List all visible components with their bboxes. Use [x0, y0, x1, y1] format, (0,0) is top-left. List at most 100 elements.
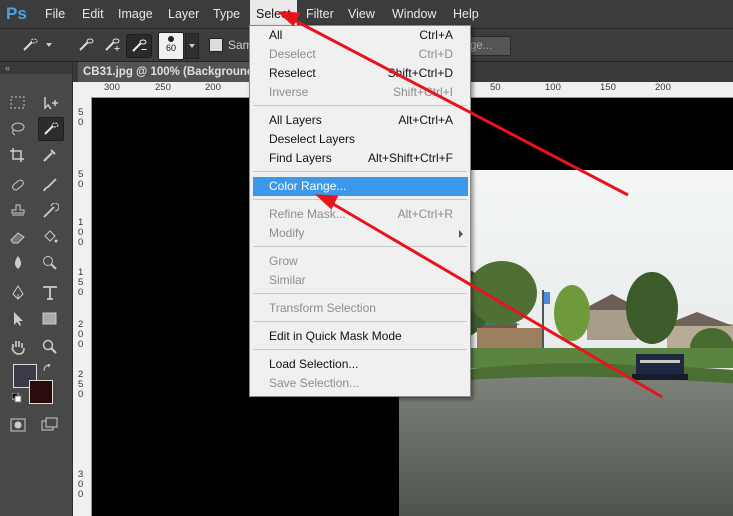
brush-picker-dropdown[interactable]: [185, 33, 199, 59]
menu-separator: [253, 199, 467, 200]
menu-image[interactable]: Image: [112, 0, 159, 28]
ruler-label: 150: [600, 82, 616, 93]
menu-item-deselect-layers[interactable]: Deselect Layers: [250, 130, 470, 149]
menu-item-similar[interactable]: Similar: [250, 271, 470, 290]
ruler-label: 0: [78, 339, 84, 350]
menu-item-label: Similar: [269, 273, 306, 287]
eraser-tool-icon[interactable]: [6, 226, 30, 248]
menu-filter[interactable]: Filter: [300, 0, 340, 28]
quick-selection-tool-icon[interactable]: [38, 117, 64, 141]
screen-mode-icon[interactable]: [38, 414, 62, 436]
menu-item-all-layers[interactable]: All Layers Alt+Ctrl+A: [250, 111, 470, 130]
menu-item-shortcut: Shift+Ctrl+D: [387, 66, 453, 80]
menu-item-inverse[interactable]: Inverse Shift+Ctrl+I: [250, 83, 470, 102]
brush-size-value: 60: [165, 43, 176, 53]
photoshop-logo: Ps: [6, 4, 27, 23]
menu-item-refine-mask[interactable]: Refine Mask... Alt+Ctrl+R: [250, 205, 470, 224]
swap-colors-icon[interactable]: [43, 363, 53, 373]
paint-bucket-tool-icon[interactable]: [38, 226, 62, 248]
menu-item-all[interactable]: All Ctrl+A: [250, 26, 470, 45]
menu-item-label: All Layers: [269, 113, 322, 127]
sample-all-layers-checkbox[interactable]: [209, 38, 223, 52]
menu-item-deselect[interactable]: Deselect Ctrl+D: [250, 45, 470, 64]
chevron-down-icon[interactable]: [46, 43, 52, 47]
menu-item-find-layers[interactable]: Find Layers Alt+Shift+Ctrl+F: [250, 149, 470, 168]
add-to-selection-icon[interactable]: [100, 34, 124, 56]
menu-item-transform-selection[interactable]: Transform Selection: [250, 299, 470, 318]
default-colors-icon[interactable]: [11, 392, 22, 403]
menu-item-modify[interactable]: Modify: [250, 224, 470, 243]
document-tab[interactable]: CB31.jpg @ 100% (Background c: [78, 62, 263, 82]
tools-panel-collapse[interactable]: «: [0, 62, 72, 74]
move-tool-icon[interactable]: [38, 92, 62, 114]
history-brush-tool-icon[interactable]: [38, 200, 62, 222]
new-selection-icon[interactable]: [74, 34, 98, 56]
brush-tool-icon[interactable]: [38, 174, 62, 196]
lasso-tool-icon[interactable]: [6, 118, 30, 140]
menu-item-label: Deselect: [269, 47, 316, 61]
ruler-label: 0: [78, 287, 84, 298]
menu-item-save-selection[interactable]: Save Selection...: [250, 374, 470, 393]
menu-item-quick-mask[interactable]: Edit in Quick Mask Mode: [250, 327, 470, 346]
submenu-arrow-icon: [459, 230, 463, 238]
menu-edit[interactable]: Edit: [76, 0, 110, 28]
menu-item-shortcut: Alt+Ctrl+R: [397, 207, 453, 221]
menu-item-label: Color Range...: [269, 179, 347, 193]
ruler-corner: [73, 82, 92, 97]
subtract-from-selection-icon[interactable]: [126, 34, 152, 58]
healing-brush-tool-icon[interactable]: [6, 174, 30, 196]
menu-item-label: Load Selection...: [269, 357, 359, 371]
menu-window[interactable]: Window: [386, 0, 442, 28]
menu-separator: [253, 246, 467, 247]
dodge-tool-icon[interactable]: [38, 252, 62, 274]
menu-separator: [253, 293, 467, 294]
menu-layer[interactable]: Layer: [162, 0, 205, 28]
menu-item-grow[interactable]: Grow: [250, 252, 470, 271]
menu-item-label: All: [269, 28, 283, 42]
menu-item-shortcut: Ctrl+D: [418, 47, 453, 61]
rectangle-tool-icon[interactable]: [38, 308, 62, 330]
menu-separator: [253, 171, 467, 172]
type-tool-icon[interactable]: [38, 282, 62, 304]
menu-item-label: Reselect: [269, 66, 316, 80]
menu-item-label: Edit in Quick Mask Mode: [269, 329, 402, 343]
menu-help[interactable]: Help: [447, 0, 485, 28]
ruler-label: 0: [78, 179, 84, 190]
quick-selection-preset-button[interactable]: [18, 34, 42, 56]
ruler-label: 0: [78, 489, 84, 500]
marquee-tool-icon[interactable]: [6, 92, 30, 114]
zoom-tool-icon[interactable]: [38, 336, 62, 358]
menu-view[interactable]: View: [342, 0, 381, 28]
menu-item-label: Modify: [269, 226, 305, 240]
menu-item-label: Grow: [269, 254, 298, 268]
menu-item-reselect[interactable]: Reselect Shift+Ctrl+D: [250, 64, 470, 83]
menu-item-shortcut: Alt+Ctrl+A: [398, 113, 453, 127]
menu-select[interactable]: Select: [250, 0, 297, 28]
menu-type[interactable]: Type: [207, 0, 246, 28]
menu-separator: [253, 349, 467, 350]
ruler-label: 300: [104, 82, 120, 93]
brush-size-picker[interactable]: 60: [158, 32, 184, 60]
eyedropper-tool-icon[interactable]: [38, 144, 62, 166]
crop-tool-icon[interactable]: [6, 144, 30, 166]
path-selection-tool-icon[interactable]: [6, 308, 30, 330]
ruler-label: 50: [490, 82, 501, 93]
menu-item-label: Transform Selection: [269, 301, 376, 315]
clone-stamp-tool-icon[interactable]: [6, 200, 30, 222]
pen-tool-icon[interactable]: [6, 282, 30, 304]
menu-item-shortcut: Ctrl+A: [419, 28, 453, 42]
hand-tool-icon[interactable]: [6, 336, 30, 358]
menu-item-color-range[interactable]: Color Range...: [253, 177, 468, 196]
background-color-swatch[interactable]: [29, 380, 53, 404]
blur-tool-icon[interactable]: [6, 252, 30, 274]
menu-item-label: Refine Mask...: [269, 207, 346, 221]
menu-file[interactable]: File: [39, 0, 71, 28]
chevron-down-icon: [189, 44, 195, 48]
menu-item-label: Inverse: [269, 85, 309, 99]
menu-item-load-selection[interactable]: Load Selection...: [250, 355, 470, 374]
ruler-label: 0: [78, 237, 84, 248]
quick-mask-icon[interactable]: [6, 414, 30, 436]
ruler-label: 200: [205, 82, 221, 93]
menu-item-label: Save Selection...: [269, 376, 360, 390]
ruler-vertical: 5 0 5 0 1 0 0 1 5 0 2 0 0 2 5 0 3 0 0: [73, 97, 92, 516]
